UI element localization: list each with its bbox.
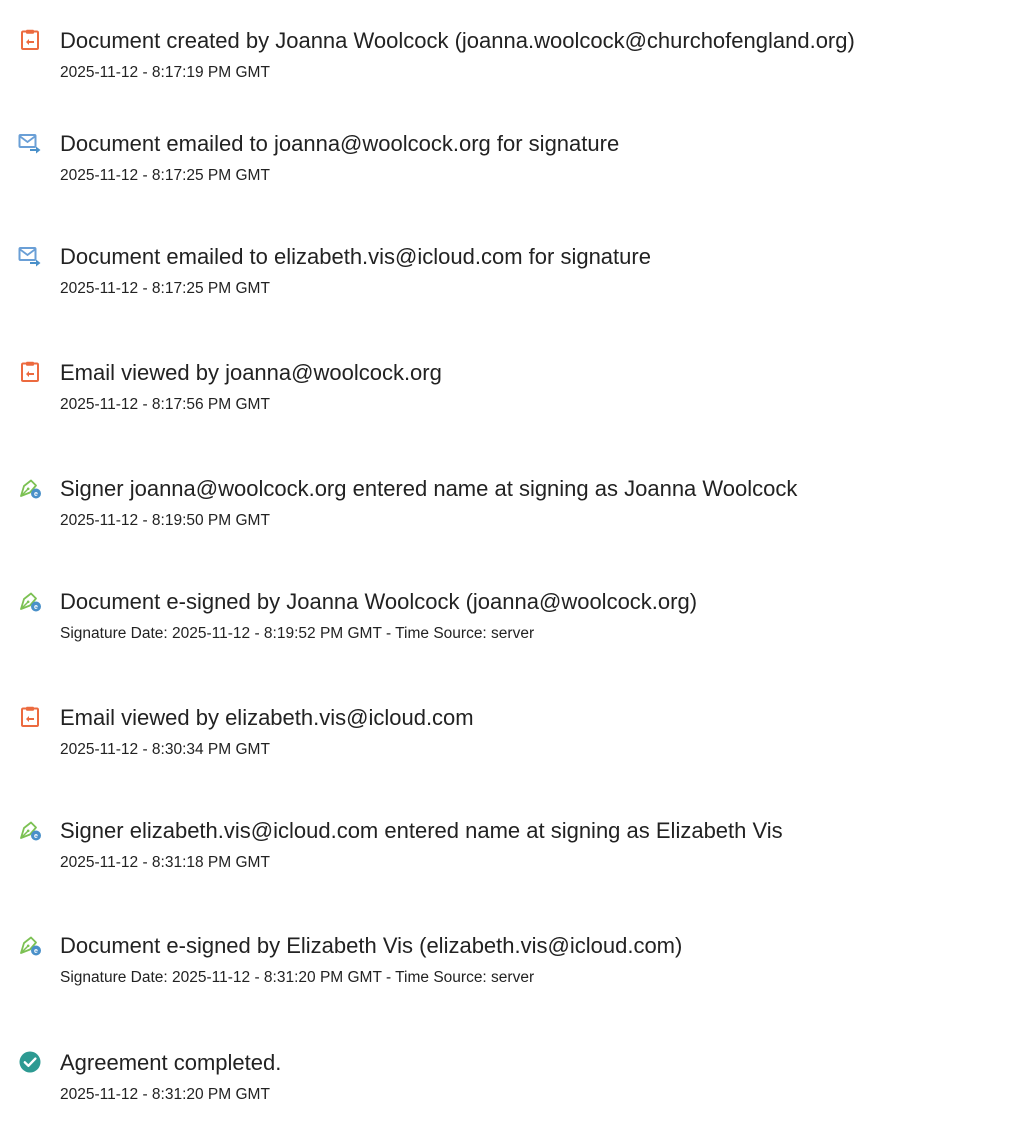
event-row: Document created by Joanna Woolcock (joa… — [0, 28, 1023, 108]
svg-text:e: e — [34, 833, 38, 840]
event-timestamp: 2025-11-12 - 8:17:19 PM GMT — [60, 64, 270, 81]
email-sent-icon — [18, 131, 42, 155]
event-timestamp: 2025-11-12 - 8:17:25 PM GMT — [60, 280, 270, 297]
check-circle-icon — [18, 1050, 42, 1074]
svg-text:e: e — [34, 948, 38, 955]
email-sent-icon — [18, 244, 42, 268]
event-row: Email viewed by joanna@woolcock.org 2025… — [0, 360, 1023, 440]
event-title: Signer elizabeth.vis@icloud.com entered … — [60, 818, 783, 843]
event-timestamp: 2025-11-12 - 8:17:25 PM GMT — [60, 167, 270, 184]
event-timestamp: Signature Date: 2025-11-12 - 8:19:52 PM … — [60, 625, 535, 642]
e-sign-icon: e — [18, 933, 42, 957]
event-timestamp: 2025-11-12 - 8:19:50 PM GMT — [60, 512, 270, 529]
document-icon — [18, 360, 42, 384]
event-timestamp: 2025-11-12 - 8:30:34 PM GMT — [60, 741, 270, 758]
event-row: e Signer joanna@woolcock.org entered nam… — [0, 476, 1023, 556]
event-timestamp: 2025-11-12 - 8:31:18 PM GMT — [60, 854, 270, 871]
event-row: e Document e-signed by Joanna Woolcock (… — [0, 589, 1023, 669]
e-sign-icon: e — [18, 589, 42, 613]
e-sign-icon: e — [18, 476, 42, 500]
event-title: Agreement completed. — [60, 1050, 282, 1075]
event-row: Email viewed by elizabeth.vis@icloud.com… — [0, 705, 1023, 785]
event-row: Document emailed to elizabeth.vis@icloud… — [0, 244, 1023, 324]
event-title: Document emailed to elizabeth.vis@icloud… — [60, 244, 651, 269]
event-title: Document created by Joanna Woolcock (joa… — [60, 28, 855, 53]
event-row: Agreement completed. 2025-11-12 - 8:31:2… — [0, 1050, 1023, 1130]
event-title: Signer joanna@woolcock.org entered name … — [60, 476, 798, 501]
document-icon — [18, 705, 42, 729]
svg-text:e: e — [34, 491, 38, 498]
event-title: Document e-signed by Elizabeth Vis (eliz… — [60, 933, 683, 958]
event-row: e Document e-signed by Elizabeth Vis (el… — [0, 933, 1023, 1013]
event-title: Document emailed to joanna@woolcock.org … — [60, 131, 620, 156]
event-title: Document e-signed by Joanna Woolcock (jo… — [60, 589, 698, 614]
svg-text:e: e — [34, 604, 38, 611]
event-title: Email viewed by joanna@woolcock.org — [60, 360, 442, 385]
event-timestamp: 2025-11-12 - 8:17:56 PM GMT — [60, 396, 270, 413]
event-title: Email viewed by elizabeth.vis@icloud.com — [60, 705, 474, 730]
event-timestamp: Signature Date: 2025-11-12 - 8:31:20 PM … — [60, 969, 535, 986]
document-icon — [18, 28, 42, 52]
event-row: Document emailed to joanna@woolcock.org … — [0, 131, 1023, 211]
e-sign-icon: e — [18, 818, 42, 842]
event-row: e Signer elizabeth.vis@icloud.com entere… — [0, 818, 1023, 898]
event-timestamp: 2025-11-12 - 8:31:20 PM GMT — [60, 1086, 270, 1103]
